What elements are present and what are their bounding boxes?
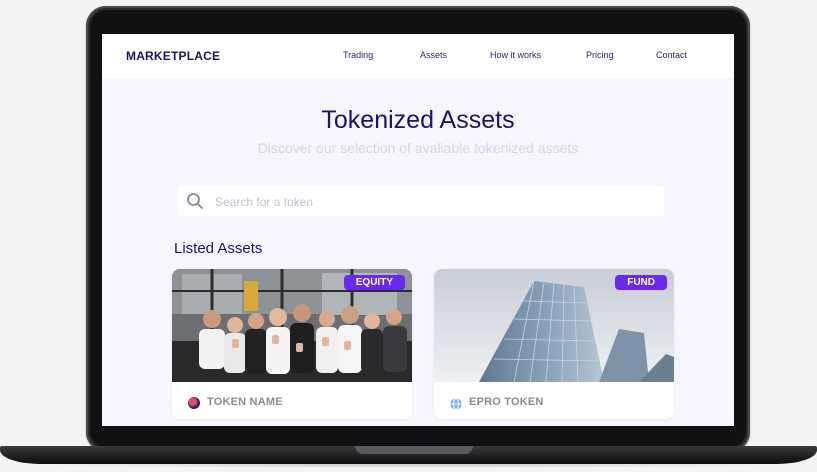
token-dot-icon bbox=[188, 397, 200, 409]
asset-card-fund[interactable]: FUND EPRO TOKEN bbox=[434, 269, 674, 419]
nav-link-trading[interactable]: Trading bbox=[343, 50, 373, 60]
section-title: Listed Assets bbox=[174, 240, 263, 257]
category-badge: EQUITY bbox=[343, 275, 405, 290]
search-icon bbox=[186, 192, 204, 215]
search-input[interactable] bbox=[213, 186, 637, 218]
nav-link-pricing[interactable]: Pricing bbox=[586, 50, 614, 60]
top-navbar: MARKETPLACE Trading Assets How it works … bbox=[102, 34, 734, 78]
category-badge: FUND bbox=[615, 275, 667, 290]
globe-icon bbox=[450, 397, 462, 410]
token-name: EPRO TOKEN bbox=[469, 396, 544, 408]
page-subtitle: Discover our selection of avaliable toke… bbox=[257, 140, 579, 156]
brand-logo[interactable]: MARKETPLACE bbox=[126, 49, 220, 63]
nav-link-assets[interactable]: Assets bbox=[420, 50, 447, 60]
search-bar[interactable] bbox=[178, 186, 664, 218]
card-footer: TOKEN NAME bbox=[172, 382, 412, 419]
card-footer: EPRO TOKEN bbox=[434, 382, 674, 419]
nav-link-how-it-works[interactable]: How it works bbox=[490, 50, 541, 60]
asset-card-equity[interactable]: EQUITY TOKEN NAME bbox=[172, 269, 412, 419]
page-title: Tokenized Assets bbox=[321, 106, 515, 134]
laptop-notch bbox=[355, 446, 473, 454]
screen: MARKETPLACE Trading Assets How it works … bbox=[102, 34, 734, 426]
token-name: TOKEN NAME bbox=[207, 396, 283, 408]
nav-link-contact[interactable]: Contact bbox=[656, 50, 687, 60]
